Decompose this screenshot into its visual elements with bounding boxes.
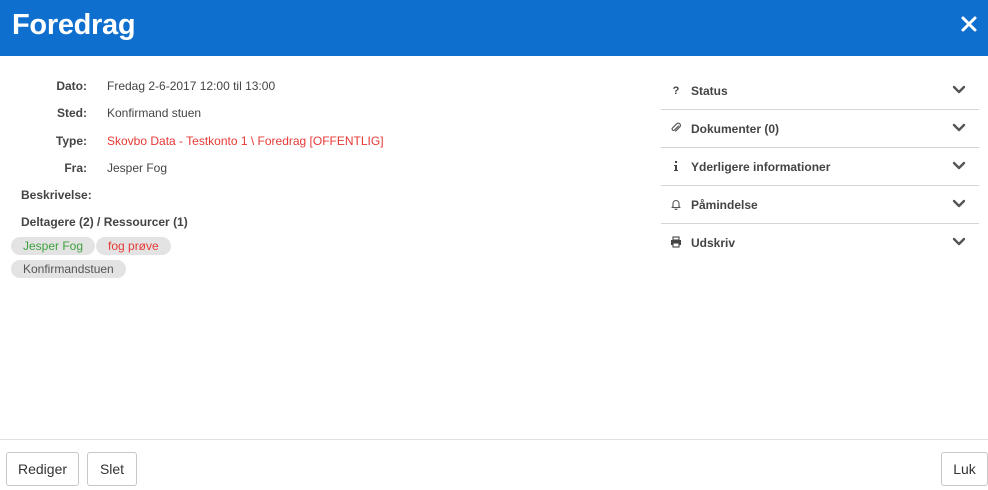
accordion-more-info[interactable]: Yderligere informationer — [661, 148, 979, 186]
paperclip-icon — [669, 122, 683, 136]
dialog-footer: Rediger Slet Luk — [0, 439, 988, 490]
detail-label: Type: — [55, 134, 87, 148]
accordion-print[interactable]: Udskriv — [661, 224, 979, 262]
participants-label: Deltagere (2) / Ressourcer (1) — [21, 215, 188, 229]
accordion-label: Udskriv — [691, 236, 736, 250]
detail-value: Jesper Fog — [107, 161, 168, 175]
detail-value: Konfirmand stuen — [107, 106, 202, 120]
detail-row-type: Type: Skovbo Data - Testkonto 1 \ Foredr… — [0, 131, 640, 151]
accordion-label: Påmindelse — [691, 198, 758, 212]
accordion-label: Yderligere informationer — [691, 160, 831, 174]
detail-label: Sted: — [57, 106, 87, 120]
detail-value: Fredag 2-6-2017 12:00 til 13:00 — [107, 79, 276, 93]
question-icon: ? — [672, 85, 680, 97]
accordion-reminder[interactable]: Påmindelse — [661, 186, 979, 224]
accordion-documents[interactable]: Dokumenter (0) — [661, 110, 979, 148]
chevron-down-icon — [952, 161, 966, 170]
accordion-label: Dokumenter (0) — [691, 122, 780, 136]
info-icon — [669, 160, 683, 174]
chevron-down-icon — [952, 237, 966, 246]
resource-chip[interactable]: Konfirmandstuen — [11, 260, 126, 278]
chevron-down-icon — [952, 199, 966, 208]
accordion-status[interactable]: ? Status — [661, 72, 979, 110]
edit-button[interactable]: Rediger — [6, 452, 79, 486]
participant-chip[interactable]: Jesper Fog — [11, 237, 96, 255]
detail-label: Dato: — [56, 79, 87, 93]
detail-value: Skovbo Data - Testkonto 1 \ Foredrag [OF… — [107, 134, 384, 148]
participant-chip[interactable]: fog prøve — [96, 237, 171, 255]
chevron-down-icon — [952, 123, 966, 132]
accordion-label: Status — [691, 84, 728, 98]
detail-row-place: Sted: Konfirmand stuen — [0, 103, 640, 123]
close-button[interactable]: Luk — [941, 452, 988, 486]
close-icon[interactable] — [958, 11, 980, 37]
detail-label: Fra: — [64, 161, 87, 175]
dialog-header: Foredrag — [0, 0, 988, 56]
description-label: Beskrivelse: — [21, 188, 92, 202]
chevron-down-icon — [952, 85, 966, 94]
delete-button[interactable]: Slet — [87, 452, 137, 486]
detail-row-date: Dato: Fredag 2-6-2017 12:00 til 13:00 — [0, 76, 640, 96]
print-icon — [669, 236, 683, 250]
detail-row-from: Fra: Jesper Fog — [0, 158, 640, 178]
dialog-title: Foredrag — [12, 9, 136, 41]
bell-icon — [669, 198, 683, 212]
